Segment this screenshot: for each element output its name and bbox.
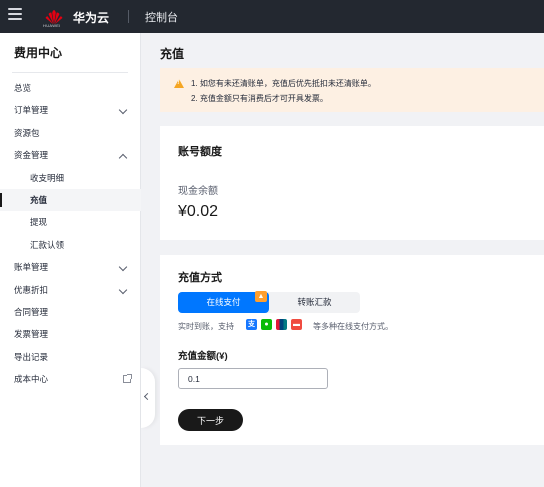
balance-value: ¥0.02 (178, 203, 219, 220)
divider (128, 10, 129, 23)
sidebar: 费用中心 总览 订单管理 资源包 资金管理 收支明细 充值 提现 汇款认领 账单… (0, 33, 141, 487)
tab-bank-transfer[interactable]: 转账汇款 (269, 292, 360, 313)
chevron-up-icon (118, 153, 128, 163)
tab-online-payment[interactable]: 在线支付 ▲ (178, 291, 269, 313)
chevron-down-icon (118, 285, 128, 294)
next-step-button[interactable]: 下一步 (178, 409, 243, 431)
notice-line-2: 2. 充值金额只有消费后才可开具发票。 (191, 94, 328, 103)
console-link[interactable]: 控制台 (145, 9, 178, 25)
sidebar-item-cost-center[interactable]: 成本中心 (0, 368, 141, 390)
alipay-icon: 支 (246, 319, 257, 330)
logo-caption: HUAWEI (43, 23, 61, 28)
amount-input[interactable] (178, 368, 328, 389)
tab-label: 在线支付 (206, 297, 241, 307)
sidebar-item-withdraw[interactable]: 提现 (0, 211, 141, 233)
chevron-down-icon (118, 262, 128, 272)
chevron-down-icon (118, 106, 128, 115)
thumbs-up-icon: ▲ (255, 291, 267, 302)
sidebar-item-orders[interactable]: 订单管理 (0, 99, 141, 121)
bank-card-icon: ▬ (291, 319, 302, 330)
card-title: 账号额度 (178, 146, 222, 158)
sidebar-item-label: 订单管理 (14, 105, 49, 116)
sidebar-item-bills[interactable]: 账单管理 (0, 256, 141, 278)
sidebar-item-label: 总览 (14, 83, 32, 93)
wechat-pay-icon: ● (261, 319, 272, 330)
sidebar-item-contracts[interactable]: 合同管理 (0, 301, 141, 323)
sidebar-item-label: 导出记录 (14, 351, 49, 362)
chevron-left-icon (143, 392, 152, 401)
sidebar-item-label: 汇款认领 (30, 239, 65, 250)
sidebar-item-label: 收支明细 (30, 172, 65, 183)
payment-method-card: 充值方式 在线支付 ▲ 转账汇款 实时到账，支持 支 ● ▬ 等多种在线支付方式… (160, 255, 544, 445)
sidebar-item-funds[interactable]: 资金管理 (0, 144, 141, 166)
notice-line-1: 1. 如您有未还清账单，充值后优先抵扣未还清账单。 (191, 79, 376, 88)
brand-name[interactable]: 华为云 (73, 9, 109, 26)
sidebar-item-invoices[interactable]: 发票管理 (0, 323, 141, 345)
divider (12, 72, 128, 73)
sidebar-item-export-records[interactable]: 导出记录 (0, 346, 141, 368)
sidebar-item-overview[interactable]: 总览 (0, 77, 141, 99)
top-navbar: HUAWEI 华为云 控制台 (0, 0, 544, 33)
sidebar-item-label: 合同管理 (14, 306, 49, 317)
sidebar-item-transactions[interactable]: 收支明细 (0, 167, 141, 189)
external-link-icon (123, 374, 132, 384)
sidebar-item-label: 成本中心 (14, 374, 49, 385)
menu-icon[interactable] (8, 8, 22, 22)
sidebar-item-resource-packages[interactable]: 资源包 (0, 122, 141, 144)
sidebar-menu: 总览 订单管理 资源包 资金管理 收支明细 充值 提现 汇款认领 账单管理 优惠… (0, 77, 141, 390)
tab-label: 转账汇款 (297, 297, 332, 307)
card-title: 充值方式 (178, 272, 222, 284)
sidebar-item-top-up[interactable]: 充值 (0, 188, 141, 212)
sidebar-item-label: 提现 (30, 217, 48, 228)
warning-icon (174, 79, 184, 88)
sidebar-item-remittance-claim[interactable]: 汇款认领 (0, 234, 141, 256)
payment-tabs: 在线支付 ▲ 转账汇款 (178, 291, 360, 313)
sidebar-item-label: 资源包 (14, 127, 40, 138)
sidebar-item-label: 充值 (30, 194, 48, 205)
sidebar-item-label: 账单管理 (14, 262, 49, 273)
balance-label: 现金余额 (178, 186, 218, 197)
page-title: 充值 (160, 47, 185, 61)
sidebar-title: 费用中心 (14, 46, 63, 60)
notice-banner: 1. 如您有未还清账单，充值后优先抵扣未还清账单。 2. 充值金额只有消费后才可… (160, 68, 544, 112)
payment-description: 实时到账，支持 (178, 322, 234, 331)
sidebar-item-label: 资金管理 (14, 150, 49, 161)
account-quota-card: 账号额度 现金余额 ¥0.02 (160, 126, 544, 240)
payment-description-suffix: 等多种在线支付方式。 (313, 322, 393, 331)
unionpay-icon (276, 319, 287, 330)
amount-label: 充值金额(¥) (178, 351, 228, 362)
sidebar-item-discounts[interactable]: 优惠折扣 (0, 279, 141, 301)
sidebar-collapse-button[interactable] (141, 368, 155, 428)
sidebar-item-label: 发票管理 (14, 329, 49, 340)
sidebar-item-label: 优惠折扣 (14, 284, 49, 295)
